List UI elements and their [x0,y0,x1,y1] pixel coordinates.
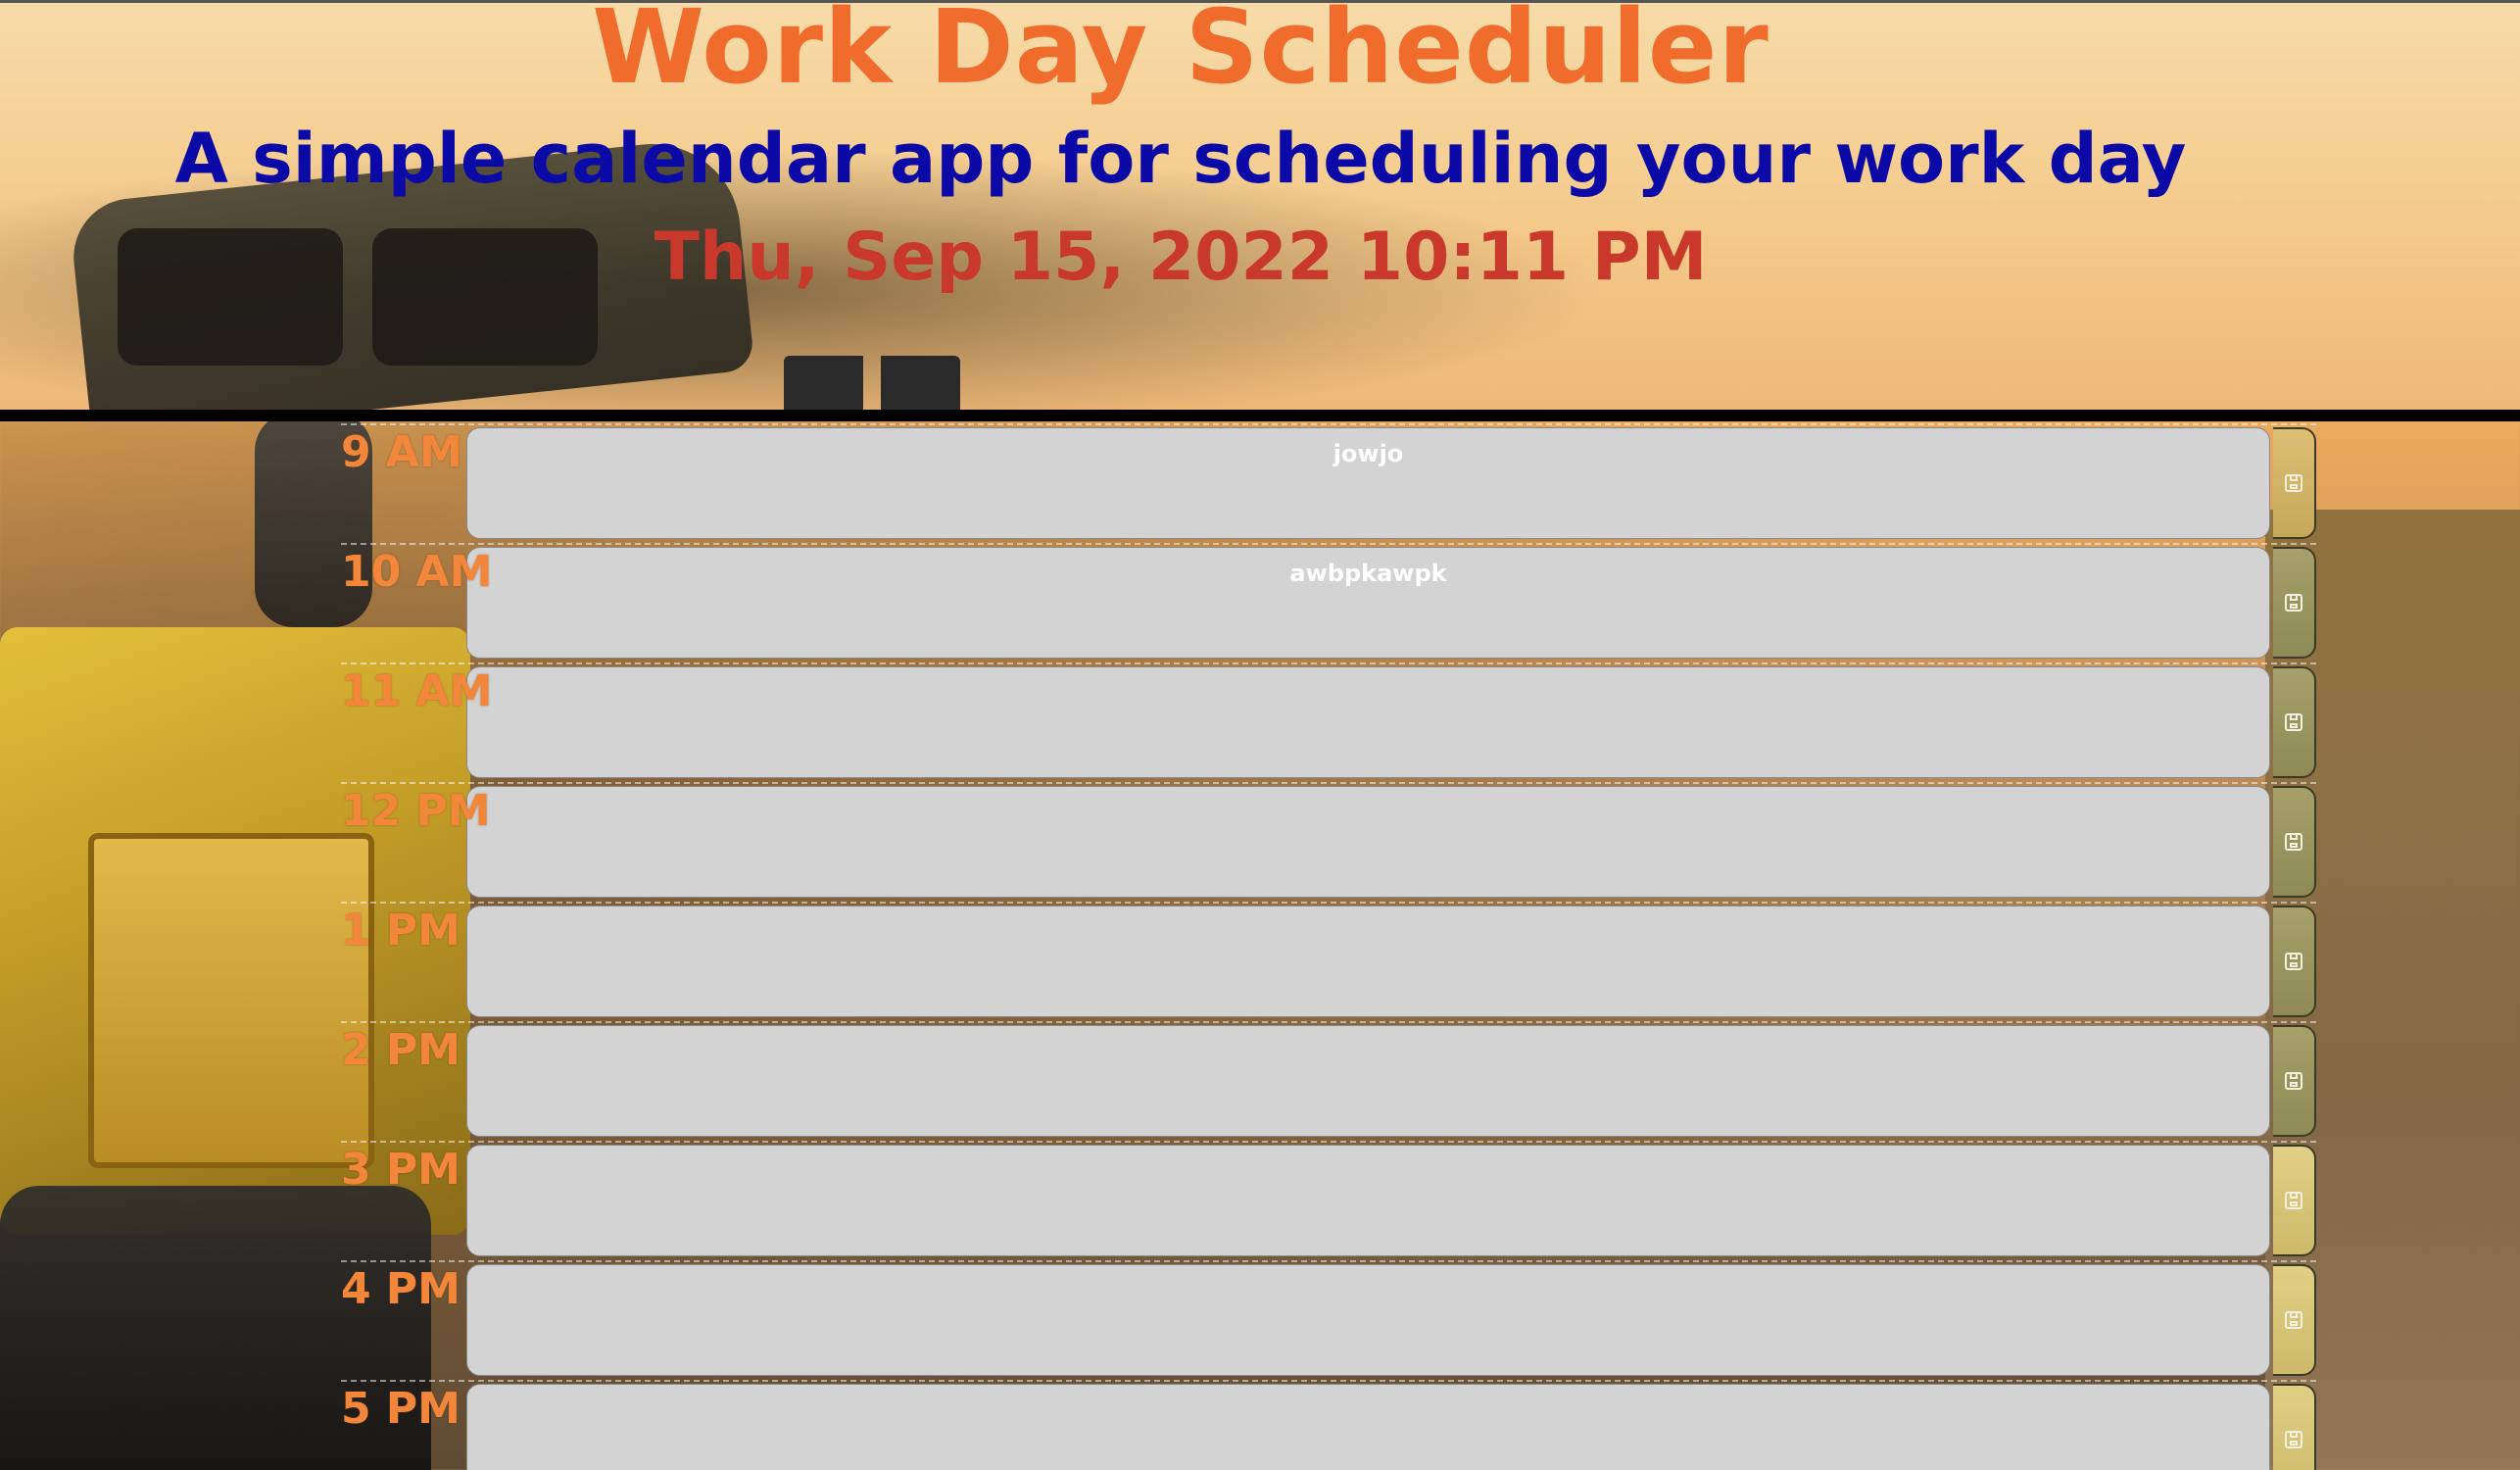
time-block-10am: 10 AM awbpkawpk [341,543,2316,662]
save-button[interactable] [2273,427,2316,539]
hour-label: 4 PM [341,1264,460,1314]
time-block-9am: 9 AM jowjo [341,423,2316,543]
hour-label: 9 AM [341,427,462,477]
save-button[interactable] [2273,906,2316,1017]
event-textarea[interactable] [466,786,2270,898]
event-textarea[interactable] [466,1264,2270,1376]
save-icon [2285,713,2302,731]
background-robot-panel [88,833,374,1168]
event-textarea[interactable] [466,666,2270,778]
save-button[interactable] [2273,1264,2316,1376]
save-button[interactable] [2273,786,2316,898]
save-icon [2285,594,2302,612]
hour-label: 12 PM [341,786,491,836]
hour-label: 11 AM [341,666,493,716]
hour-label: 10 AM [341,547,493,597]
time-block-5pm: 5 PM [341,1380,2316,1470]
save-icon [2285,953,2302,970]
hour-label: 3 PM [341,1145,460,1195]
time-block-1pm: 1 PM [341,902,2316,1021]
schedule-container: 9 AM jowjo 10 AM awbpkawpk 11 AM 12 PM 1… [341,423,2316,1470]
event-textarea[interactable] [466,1145,2270,1256]
event-textarea[interactable] [466,1025,2270,1137]
event-textarea[interactable] [466,1384,2270,1470]
hour-label: 1 PM [341,906,460,956]
page-header: Work Day Scheduler A simple calendar app… [0,0,2520,415]
save-button[interactable] [2273,547,2316,659]
background-robot-pegs [784,356,960,415]
save-icon [2285,1311,2302,1329]
save-icon [2285,1431,2302,1448]
event-textarea[interactable]: jowjo [466,427,2270,539]
time-block-2pm: 2 PM [341,1021,2316,1141]
event-textarea[interactable]: awbpkawpk [466,547,2270,659]
time-block-12pm: 12 PM [341,782,2316,902]
time-block-3pm: 3 PM [341,1141,2316,1260]
page-subtitle: A simple calendar app for scheduling you… [174,119,2187,199]
save-button[interactable] [2273,1145,2316,1256]
time-block-11am: 11 AM [341,662,2316,782]
save-icon [2285,474,2302,492]
event-textarea[interactable] [466,906,2270,1017]
save-button[interactable] [2273,666,2316,778]
save-icon [2285,1192,2302,1209]
save-icon [2285,1072,2302,1090]
time-block-4pm: 4 PM [341,1260,2316,1380]
hour-label: 5 PM [341,1384,460,1434]
header-divider [0,410,2520,421]
current-datetime: Thu, Sep 15, 2022 10:11 PM [654,219,1708,296]
page-title: Work Day Scheduler [592,0,1769,107]
hour-label: 2 PM [341,1025,460,1075]
save-icon [2285,833,2302,851]
save-button[interactable] [2273,1384,2316,1470]
save-button[interactable] [2273,1025,2316,1137]
